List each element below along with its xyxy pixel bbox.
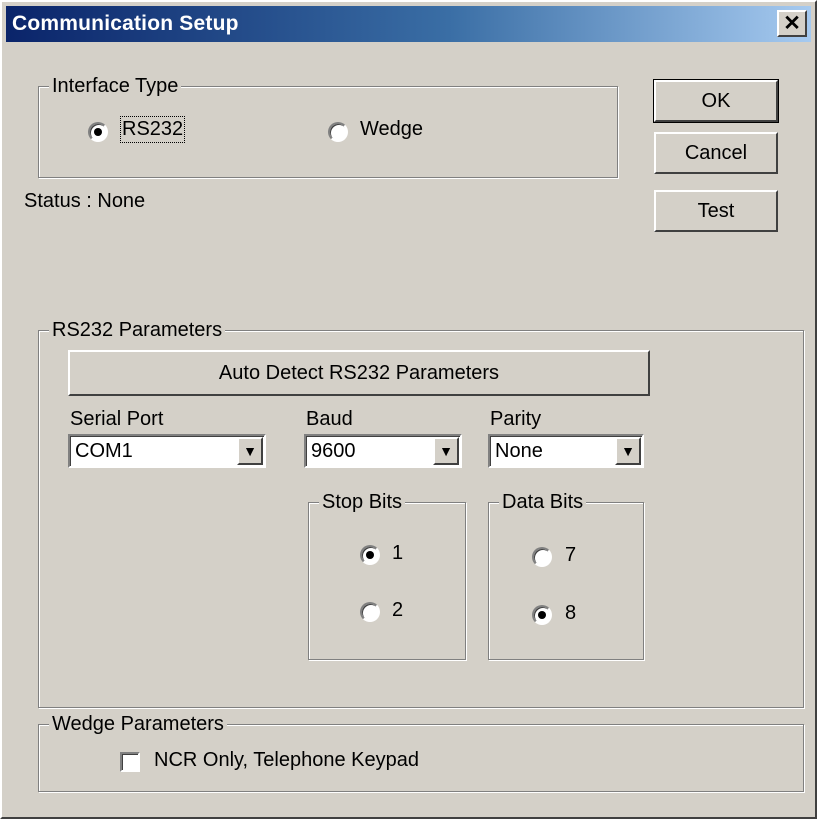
window-title: Communication Setup bbox=[12, 12, 239, 35]
radio-selected-dot bbox=[366, 551, 374, 559]
chevron-down-icon[interactable]: ▼ bbox=[237, 437, 263, 465]
serial-port-select[interactable]: COM1 ▼ bbox=[68, 434, 266, 468]
radio-selected-dot bbox=[538, 611, 546, 619]
data-bits-7-label[interactable]: 7 bbox=[565, 544, 576, 567]
stop-bits-1-radio[interactable] bbox=[360, 545, 380, 565]
stop-bits-2-radio[interactable] bbox=[360, 602, 380, 622]
chevron-down-icon[interactable]: ▼ bbox=[615, 437, 641, 465]
cancel-button[interactable]: Cancel bbox=[654, 132, 778, 174]
parity-select[interactable]: None ▼ bbox=[488, 434, 644, 468]
wedge-parameters-label: Wedge Parameters bbox=[49, 712, 227, 736]
status-text: Status : None bbox=[24, 190, 146, 212]
wedge-parameters-group: Wedge Parameters bbox=[38, 712, 804, 792]
rs232-parameters-label: RS232 Parameters bbox=[49, 318, 226, 342]
dropdown-arrow-glyph: ▼ bbox=[621, 443, 635, 459]
wedge-radio-label[interactable]: Wedge bbox=[360, 118, 423, 141]
parity-value: None bbox=[495, 440, 543, 462]
baud-select[interactable]: 9600 ▼ bbox=[304, 434, 462, 468]
stop-bits-2-label[interactable]: 2 bbox=[392, 599, 403, 622]
data-bits-label: Data Bits bbox=[499, 490, 587, 514]
communication-setup-dialog: Communication Setup ✕ OK Cancel Test Int… bbox=[0, 0, 817, 819]
close-button[interactable]: ✕ bbox=[777, 10, 807, 37]
data-bits-8-radio[interactable] bbox=[532, 605, 552, 625]
stop-bits-label: Stop Bits bbox=[319, 490, 406, 514]
test-button-label: Test bbox=[697, 199, 735, 222]
wedge-radio[interactable] bbox=[328, 122, 348, 142]
ok-button[interactable]: OK bbox=[653, 79, 779, 123]
chevron-down-icon[interactable]: ▼ bbox=[433, 437, 459, 465]
parity-label: Parity bbox=[490, 408, 542, 430]
radio-selected-dot bbox=[94, 128, 102, 136]
serial-port-value: COM1 bbox=[75, 440, 133, 462]
dropdown-arrow-glyph: ▼ bbox=[439, 443, 453, 459]
data-bits-7-radio[interactable] bbox=[532, 547, 552, 567]
stop-bits-1-label[interactable]: 1 bbox=[392, 542, 403, 565]
ncr-only-label[interactable]: NCR Only, Telephone Keypad bbox=[154, 749, 419, 772]
rs232-radio-label[interactable]: RS232 bbox=[119, 116, 186, 143]
dropdown-arrow-glyph: ▼ bbox=[243, 443, 257, 459]
auto-detect-button-label: Auto Detect RS232 Parameters bbox=[218, 361, 500, 384]
ncr-only-checkbox[interactable] bbox=[120, 752, 140, 772]
cancel-button-label: Cancel bbox=[684, 141, 748, 164]
baud-label: Baud bbox=[306, 408, 353, 430]
test-button[interactable]: Test bbox=[654, 190, 778, 232]
stop-bits-group: Stop Bits bbox=[308, 490, 466, 660]
rs232-radio[interactable] bbox=[88, 122, 108, 142]
baud-value: 9600 bbox=[311, 440, 356, 462]
ok-button-label: OK bbox=[701, 89, 731, 112]
serial-port-label: Serial Port bbox=[70, 408, 164, 430]
data-bits-group: Data Bits bbox=[488, 490, 644, 660]
data-bits-8-label[interactable]: 8 bbox=[565, 602, 576, 625]
interface-type-label: Interface Type bbox=[49, 74, 182, 98]
close-icon: ✕ bbox=[783, 12, 801, 35]
auto-detect-button[interactable]: Auto Detect RS232 Parameters bbox=[68, 350, 650, 396]
title-bar[interactable]: Communication Setup ✕ bbox=[6, 6, 811, 42]
